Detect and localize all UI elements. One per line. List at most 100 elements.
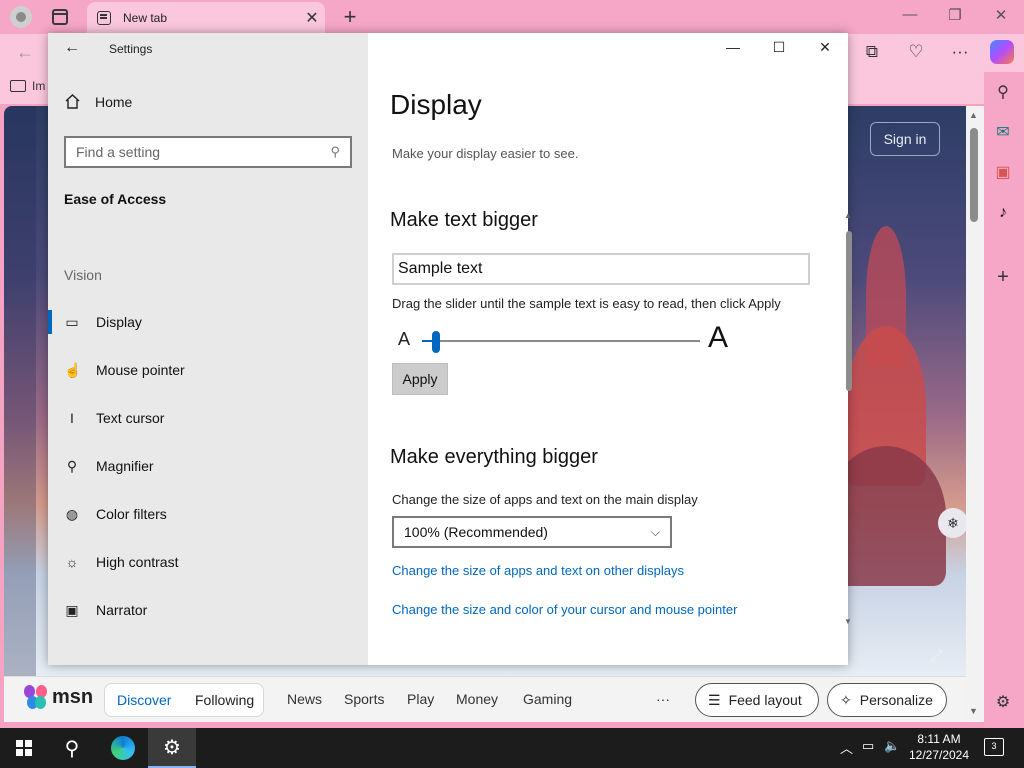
more-options-icon[interactable]: ··· (948, 42, 972, 62)
main-display-label: Change the size of apps and text on the … (392, 492, 698, 507)
nav-more-button[interactable]: ··· (656, 691, 670, 707)
home-icon (65, 94, 80, 109)
personalize-button[interactable]: ✧ Personalize (827, 683, 947, 717)
favorite-item[interactable]: Im (10, 79, 45, 93)
nav-news[interactable]: News (287, 691, 322, 707)
chevron-down-icon: ⌵ (650, 524, 660, 539)
taskbar-settings-button[interactable]: ⚙ (148, 728, 196, 768)
sidebar-item-label: Display (96, 314, 142, 330)
mouse-pointer-icon: ☝ (64, 361, 82, 378)
sliders-icon: ☰ (708, 691, 721, 708)
taskbar-search-icon[interactable]: ⚲ (48, 728, 96, 768)
settings-scroll-thumb[interactable] (846, 231, 852, 391)
page-scrollbar[interactable]: ▲ ▼ (966, 106, 984, 722)
search-icon: ⚲ (330, 144, 340, 159)
tab-actions-icon[interactable] (52, 9, 68, 25)
sidebar-item-label: Narrator (96, 602, 148, 618)
apply-button[interactable]: Apply (392, 363, 448, 395)
weather-snow-icon[interactable]: ❄ (938, 508, 968, 538)
scroll-up-arrow-icon[interactable]: ▲ (844, 211, 852, 220)
system-clock[interactable]: 8:11 AM 12/27/2024 (905, 731, 973, 763)
sun-icon: ☼ (65, 554, 79, 570)
tab-discover[interactable]: Discover (117, 692, 171, 708)
profile-avatar-icon[interactable] (10, 6, 32, 28)
browser-essentials-icon[interactable]: ♡ (904, 42, 928, 62)
sidebar-item-text-cursor[interactable]: I Text cursor (48, 398, 368, 438)
scroll-up-arrow-icon[interactable]: ▲ (969, 110, 978, 120)
page-subtitle: Make your display easier to see. (392, 146, 579, 161)
slider-max-label: A (708, 321, 729, 354)
scale-dropdown[interactable]: 100% (Recommended) ⌵ (392, 516, 672, 548)
scroll-down-arrow-icon[interactable]: ▼ (844, 617, 852, 626)
notification-center-icon[interactable]: 3 (984, 738, 1004, 756)
browser-minimize-button[interactable]: — (895, 6, 925, 23)
text-size-slider[interactable]: A A (398, 321, 738, 357)
tiktok-icon[interactable]: ♪ (992, 202, 1014, 224)
nav-gaming[interactable]: Gaming (523, 691, 572, 707)
sample-text-box: Sample text (392, 253, 810, 285)
feed-layout-button[interactable]: ☰ Feed layout (695, 683, 819, 717)
nav-money[interactable]: Money (456, 691, 498, 707)
settings-scrollbar[interactable]: ▲ ▼ (844, 133, 856, 629)
section-title: Ease of Access (64, 191, 167, 207)
find-setting-input[interactable]: Find a setting ⚲ (64, 136, 352, 168)
nav-sports[interactable]: Sports (344, 691, 384, 707)
browser-back-icon[interactable]: ← (16, 42, 34, 63)
show-hidden-icons-icon[interactable]: ︿ (840, 738, 853, 757)
sidebar-item-label: Color filters (96, 506, 167, 522)
slider-track[interactable] (422, 340, 700, 342)
slider-thumb[interactable] (431, 331, 440, 353)
left-page-edge (4, 106, 36, 676)
new-tab-page-icon (97, 11, 111, 25)
page-scroll-thumb[interactable] (970, 128, 978, 222)
nav-play[interactable]: Play (407, 691, 434, 707)
expand-icon[interactable]: ⤢ (930, 648, 943, 666)
settings-content: Display Make your display easier to see.… (390, 33, 848, 665)
clock-time: 8:11 AM (917, 732, 961, 746)
msn-logo[interactable]: msn (24, 685, 93, 709)
sidebar-item-label: Magnifier (96, 458, 154, 474)
msn-sign-in-button[interactable]: Sign in (870, 122, 940, 156)
sidebar-item-magnifier[interactable]: ⚲ Magnifier (48, 446, 368, 486)
make-everything-bigger-heading: Make everything bigger (390, 446, 598, 468)
tab-following[interactable]: Following (195, 692, 254, 708)
monitor-icon: ▭ (65, 313, 79, 330)
volume-muted-icon[interactable]: 🔈 (884, 738, 900, 754)
sidebar-item-color-filters[interactable]: ◍ Color filters (48, 494, 368, 534)
palette-icon: ◍ (65, 505, 79, 522)
sidebar-item-display[interactable]: ▭ Display (48, 302, 368, 342)
add-sidebar-app-icon[interactable]: + (992, 266, 1014, 288)
other-displays-link[interactable]: Change the size of apps and text on othe… (392, 563, 684, 578)
favorite-label: Im (32, 79, 46, 93)
outlook-icon[interactable]: ✉ (992, 122, 1014, 144)
copilot-icon[interactable] (990, 40, 1014, 64)
sidebar-item-label: High contrast (96, 554, 179, 570)
edge-sidebar: ⚲ ✉ ▣ ♪ + ⚙ (984, 72, 1024, 728)
sidebar-item-high-contrast[interactable]: ☼ High contrast (48, 542, 368, 582)
windows-taskbar: ⚲ ⚙ ︿ ▭ 🔈 8:11 AM 12/27/2024 3 (0, 728, 1024, 768)
network-icon[interactable]: ▭ (862, 738, 874, 754)
search-icon[interactable]: ⚲ (992, 82, 1014, 104)
browser-restore-button[interactable]: ❐ (940, 6, 970, 24)
sidebar-settings-icon[interactable]: ⚙ (992, 692, 1014, 714)
text-cursor-icon: I (70, 410, 74, 426)
sidebar-item-mouse-pointer[interactable]: ☝ Mouse pointer (48, 350, 368, 390)
make-text-bigger-heading: Make text bigger (390, 209, 538, 231)
cursor-size-link[interactable]: Change the size and color of your cursor… (392, 602, 737, 617)
back-arrow-icon[interactable]: ← (64, 39, 80, 57)
start-button[interactable] (0, 728, 48, 768)
collections-icon[interactable]: ⧉ (860, 42, 884, 62)
msn-logo-text: msn (52, 685, 94, 708)
scale-selected-value: 100% (Recommended) (404, 524, 548, 540)
taskbar-edge-button[interactable] (99, 728, 147, 768)
new-tab-button[interactable]: + (338, 4, 362, 30)
browser-close-button[interactable]: ✕ (986, 6, 1016, 24)
narrator-icon: ▣ (65, 601, 79, 618)
close-tab-icon[interactable]: ✕ (299, 8, 325, 28)
nav-home[interactable]: Home (64, 93, 132, 110)
tools-icon[interactable]: ▣ (992, 162, 1014, 184)
scroll-down-arrow-icon[interactable]: ▼ (969, 706, 978, 716)
sidebar-item-narrator[interactable]: ▣ Narrator (48, 590, 368, 630)
clock-date: 12/27/2024 (908, 748, 970, 762)
tab-new-tab[interactable]: New tab ✕ (87, 2, 325, 34)
